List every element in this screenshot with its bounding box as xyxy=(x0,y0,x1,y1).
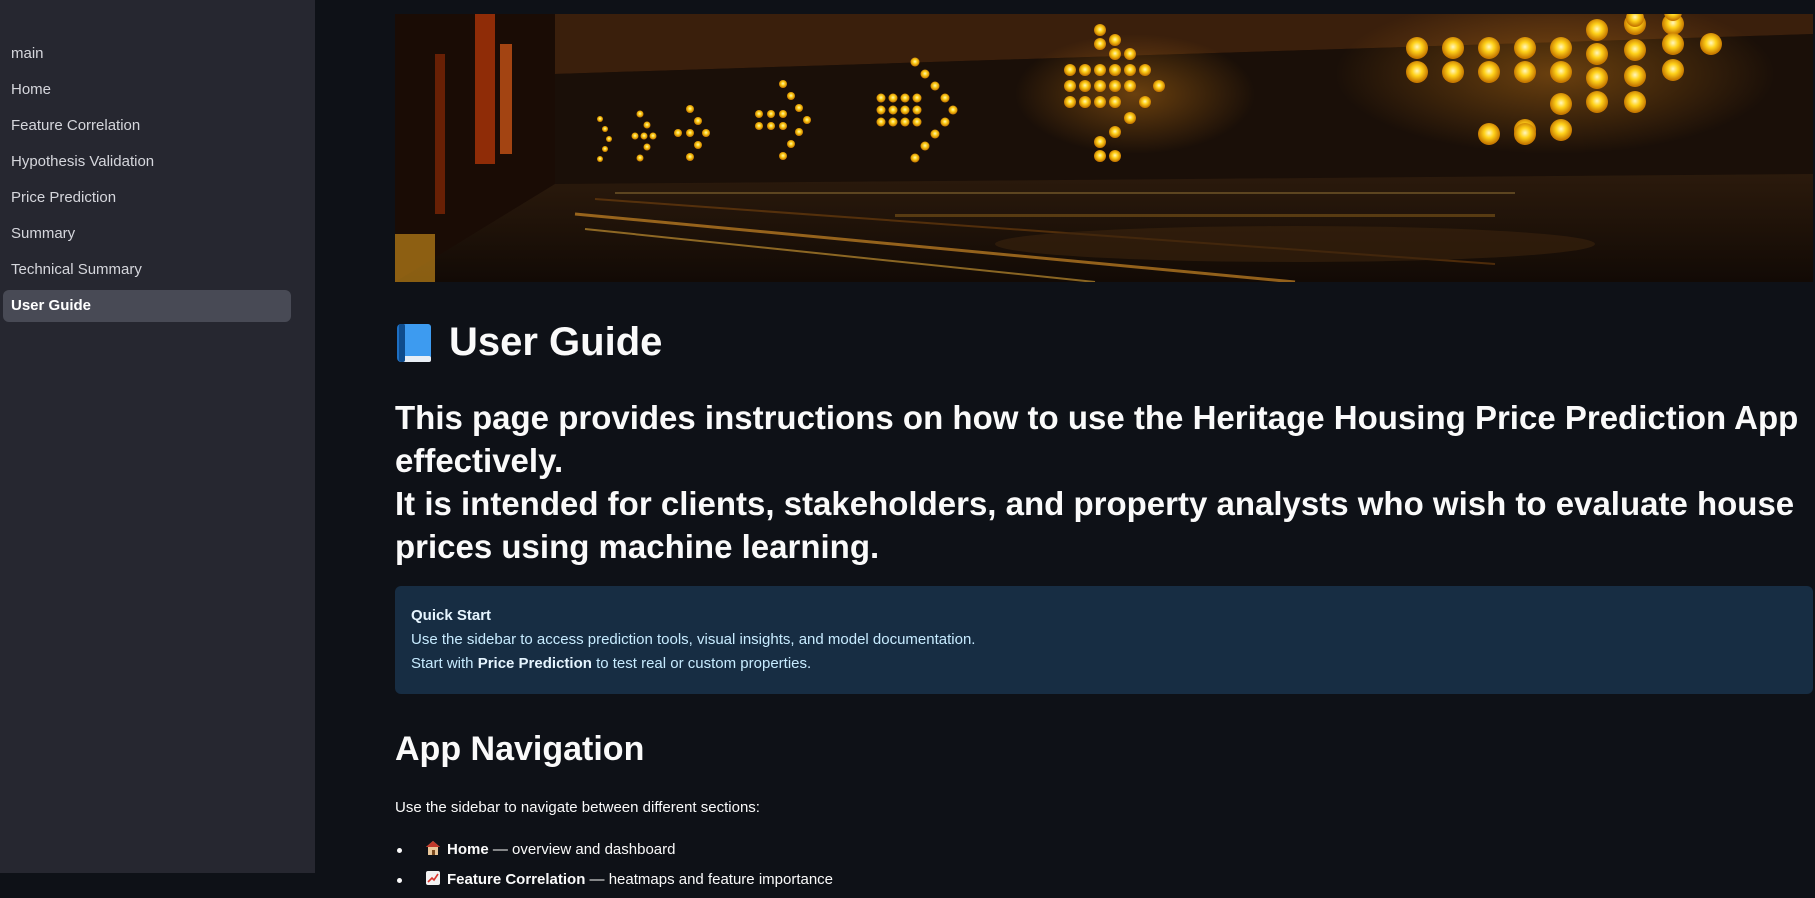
section-desc-home: — overview and dashboard xyxy=(488,841,676,858)
sidebar-item-user-guide[interactable]: User Guide xyxy=(3,290,291,322)
page-title-text: User Guide xyxy=(449,320,663,364)
led-arrows-illustration xyxy=(395,14,1813,282)
app-navigation-heading: App Navigation xyxy=(395,730,645,768)
quick-start-heading: Quick Start xyxy=(411,607,492,624)
sidebar-item-price-prediction[interactable]: Price Prediction xyxy=(3,182,291,214)
quick-start-line-2-suffix: to test real or custom properties. xyxy=(591,655,812,672)
main-content: User Guide This page provides instructio… xyxy=(315,0,1815,888)
section-name-feature-correlation: Feature Correlation xyxy=(447,871,586,888)
sidebar-item-feature-correlation[interactable]: Feature Correlation xyxy=(3,110,291,142)
intro-text: This page provides instructions on how t… xyxy=(395,396,1813,568)
sidebar-nav: main Home Feature Correlation Hypothesis… xyxy=(3,38,291,326)
section-desc-feature-correlation: — heatmaps and feature importance xyxy=(585,871,834,888)
sidebar-item-main[interactable]: main xyxy=(3,38,291,70)
sidebar-item-technical-summary[interactable]: Technical Summary xyxy=(3,254,291,286)
list-item: Home — overview and dashboard xyxy=(395,838,1813,868)
app-navigation-description: Use the sidebar to navigate between diff… xyxy=(395,799,760,816)
sidebar-item-summary[interactable]: Summary xyxy=(3,218,291,250)
quick-start-line-1: Use the sidebar to access prediction too… xyxy=(411,631,976,648)
quick-start-line-2-prefix: Start with xyxy=(411,655,478,672)
quick-start-price-prediction: Price Prediction xyxy=(477,655,592,672)
banner-image xyxy=(395,14,1813,282)
chart-icon xyxy=(425,870,441,886)
quick-start-line-2: Start with Price Prediction to test real… xyxy=(411,652,1797,676)
sidebar-item-home[interactable]: Home xyxy=(3,74,291,106)
sections-list: Home — overview and dashboard Feature Co… xyxy=(395,838,1813,898)
intro-line-1: This page provides instructions on how t… xyxy=(395,399,1799,479)
blue-book-icon xyxy=(395,320,435,364)
sidebar-item-hypothesis-validation[interactable]: Hypothesis Validation xyxy=(3,146,291,178)
content-column: User Guide This page provides instructio… xyxy=(395,14,1813,898)
page-title: User Guide xyxy=(395,318,1813,366)
quick-start-info-box: Quick Start Use the sidebar to access pr… xyxy=(395,586,1813,694)
intro-line-2: It is intended for clients, stakeholders… xyxy=(395,485,1795,565)
section-name-home: Home xyxy=(447,841,489,858)
house-icon xyxy=(425,840,441,856)
sidebar: main Home Feature Correlation Hypothesis… xyxy=(0,0,315,873)
